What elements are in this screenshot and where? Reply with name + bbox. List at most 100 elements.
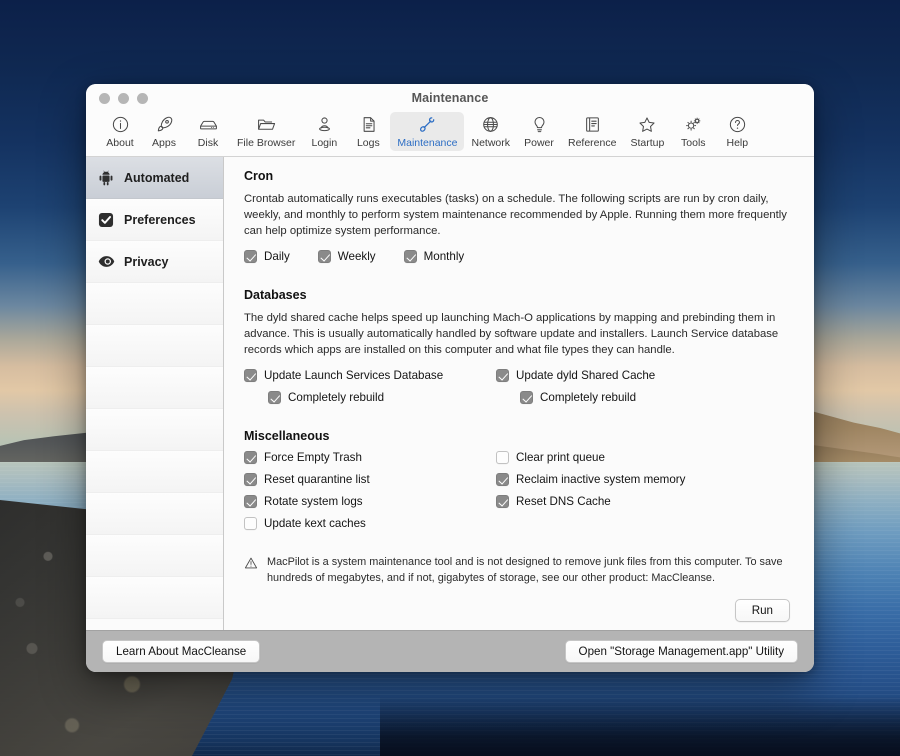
toolbar-item-reference[interactable]: Reference (561, 112, 623, 151)
toolbar-item-startup[interactable]: Startup (623, 112, 671, 151)
databases-checkbox-row-1: Update Launch Services Database Update d… (244, 369, 798, 382)
checkbox-weekly[interactable]: Weekly (318, 250, 376, 263)
macpilot-window: Maintenance About (86, 84, 814, 672)
checkbox-label: Update Launch Services Database (264, 369, 443, 382)
checkbox-box (496, 451, 509, 464)
note-text: MacPilot is a system maintenance tool an… (267, 555, 798, 587)
toolbar-item-disk[interactable]: Disk (186, 112, 230, 151)
checkbox-daily[interactable]: Daily (244, 250, 290, 263)
toolbar-label: File Browser (237, 137, 295, 149)
toolbar-item-apps[interactable]: Apps (142, 112, 186, 151)
learn-about-maccleanse-button[interactable]: Learn About MacCleanse (102, 640, 260, 663)
toolbar-item-help[interactable]: Help (715, 112, 759, 151)
checkbox-completely-rebuild-dyld[interactable]: Completely rebuild (496, 391, 798, 404)
person-icon (315, 113, 334, 136)
misc-checkbox-row-2: Reset quarantine list Reclaim inactive s… (244, 473, 798, 486)
section-description: Crontab automatically runs executables (… (244, 191, 798, 239)
sidebar-item-label: Automated (124, 171, 189, 185)
checkbox-label: Completely rebuild (540, 391, 636, 404)
toolbar-label: Apps (152, 137, 176, 149)
main-content: Cron Crontab automatically runs executab… (224, 157, 814, 630)
sidebar-empty-row (86, 409, 223, 451)
document-icon (359, 113, 378, 136)
rocket-icon (155, 113, 174, 136)
toolbar-label: Logs (357, 137, 380, 149)
sidebar-empty-row (86, 325, 223, 367)
sidebar-item-label: Preferences (124, 213, 196, 227)
checkbox-clear-print-queue[interactable]: Clear print queue (496, 451, 798, 464)
misc-checkbox-row-4: Update kext caches (244, 517, 798, 530)
checkbox-icon (96, 210, 116, 230)
checkbox-box (520, 391, 533, 404)
run-button[interactable]: Run (735, 599, 790, 622)
checkbox-label: Monthly (424, 250, 465, 263)
checkbox-update-dyld-shared-cache[interactable]: Update dyld Shared Cache (496, 369, 798, 382)
checkbox-update-kext-caches[interactable]: Update kext caches (244, 517, 496, 530)
sidebar-empty-row (86, 577, 223, 619)
checkbox-reset-quarantine-list[interactable]: Reset quarantine list (244, 473, 496, 486)
section-cron: Cron Crontab automatically runs executab… (244, 169, 798, 263)
sidebar-empty-row (86, 283, 223, 325)
toolbar-label: Tools (681, 137, 706, 149)
checkbox-label: Weekly (338, 250, 376, 263)
run-button-row: Run (244, 587, 798, 636)
toolbar-item-network[interactable]: Network (464, 112, 517, 151)
checkbox-monthly[interactable]: Monthly (404, 250, 465, 263)
section-description: The dyld shared cache helps speed up lau… (244, 310, 798, 358)
checkbox-box (244, 250, 257, 263)
checkbox-label: Clear print queue (516, 451, 605, 464)
toolbar-label: Login (312, 137, 338, 149)
toolbar-item-tools[interactable]: Tools (671, 112, 715, 151)
checkbox-label: Reset quarantine list (264, 473, 370, 486)
checkbox-reclaim-inactive-system-memory[interactable]: Reclaim inactive system memory (496, 473, 798, 486)
checkbox-label: Reclaim inactive system memory (516, 473, 685, 486)
toolbar-item-file-browser[interactable]: File Browser (230, 112, 302, 151)
sidebar-item-privacy[interactable]: Privacy (86, 241, 223, 283)
toolbar-item-power[interactable]: Power (517, 112, 561, 151)
wallpaper-bottom-shadow (380, 696, 900, 756)
sidebar-item-automated[interactable]: Automated (86, 157, 223, 199)
lightbulb-icon (530, 113, 549, 136)
toolbar-item-maintenance[interactable]: Maintenance (390, 112, 464, 151)
globe-icon (481, 113, 500, 136)
checkbox-box (318, 250, 331, 263)
misc-checkbox-row-1: Force Empty Trash Clear print queue (244, 451, 798, 464)
toolbar-label: Network (471, 137, 510, 149)
folder-icon (256, 113, 277, 136)
toolbar-item-logs[interactable]: Logs (346, 112, 390, 151)
checkbox-label: Force Empty Trash (264, 451, 362, 464)
checkbox-box (244, 495, 257, 508)
section-miscellaneous: Miscellaneous Force Empty Trash Clear pr… (244, 429, 798, 530)
databases-checkbox-row-2: Completely rebuild Completely rebuild (244, 391, 798, 404)
checkbox-completely-rebuild-launch-services[interactable]: Completely rebuild (244, 391, 496, 404)
checkbox-box (268, 391, 281, 404)
book-icon (583, 113, 602, 136)
checkbox-box (244, 517, 257, 530)
toolbar-label: Reference (568, 137, 616, 149)
hard-drive-icon (198, 113, 219, 136)
sidebar: Automated Preferences (86, 157, 224, 630)
checkbox-label: Update dyld Shared Cache (516, 369, 655, 382)
checkbox-reset-dns-cache[interactable]: Reset DNS Cache (496, 495, 798, 508)
checkbox-rotate-system-logs[interactable]: Rotate system logs (244, 495, 496, 508)
toolbar-item-about[interactable]: About (98, 112, 142, 151)
wrench-icon (418, 113, 437, 136)
window-titlebar: Maintenance (86, 84, 814, 112)
checkbox-box (244, 473, 257, 486)
toolbar-label: Disk (198, 137, 218, 149)
checkbox-box (404, 250, 417, 263)
checkbox-force-empty-trash[interactable]: Force Empty Trash (244, 451, 496, 464)
toolbar-label: Startup (630, 137, 664, 149)
gears-icon (683, 113, 703, 136)
maccleanse-note: MacPilot is a system maintenance tool an… (244, 555, 798, 587)
star-icon (637, 113, 657, 136)
checkbox-box (496, 495, 509, 508)
checkbox-update-launch-services-database[interactable]: Update Launch Services Database (244, 369, 496, 382)
info-circle-icon (111, 113, 130, 136)
toolbar-item-login[interactable]: Login (302, 112, 346, 151)
sidebar-item-preferences[interactable]: Preferences (86, 199, 223, 241)
question-circle-icon (728, 113, 747, 136)
open-storage-management-button[interactable]: Open "Storage Management.app" Utility (565, 640, 798, 663)
section-databases: Databases The dyld shared cache helps sp… (244, 288, 798, 404)
checkbox-label: Daily (264, 250, 290, 263)
